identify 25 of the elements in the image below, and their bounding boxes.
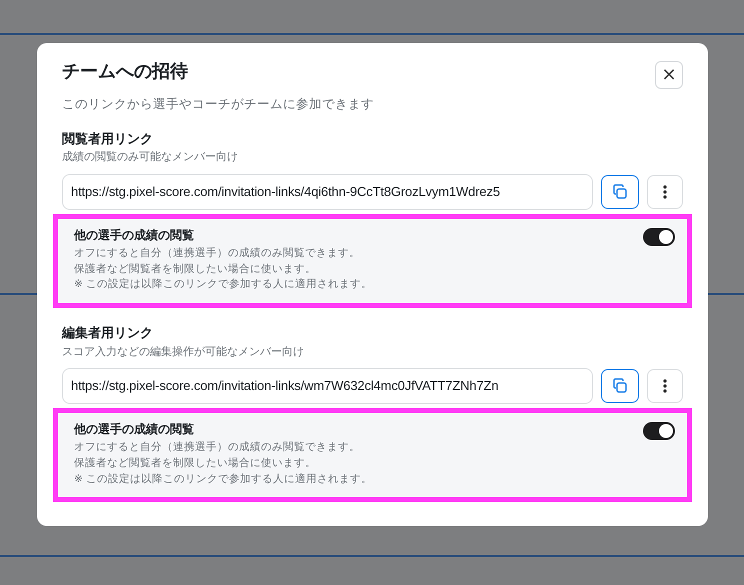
section-title: 閲覧者用リンク	[62, 130, 154, 149]
setting-note: 保護者など閲覧者を制限したい場合に使います。	[74, 262, 317, 276]
copy-button[interactable]	[601, 369, 639, 403]
section-description: スコア入力などの編集操作が可能なメンバー向け	[62, 344, 305, 360]
setting-title: 他の選手の成績の閲覧	[74, 226, 194, 244]
copy-icon	[612, 184, 628, 200]
toggle-switch[interactable]	[643, 422, 675, 440]
setting-note: ※ この設定は以降このリンクで参加する人に適用されます。	[74, 277, 374, 292]
setting-note: ※ この設定は以降このリンクで参加する人に適用されます。	[74, 472, 374, 486]
setting-title: 他の選手の成績の閲覧	[74, 421, 194, 438]
copy-icon	[612, 378, 628, 394]
section-title: 編集者用リンク	[62, 325, 154, 343]
copy-button[interactable]	[601, 174, 639, 209]
setting-note: オフにすると自分（連携選手）の成績のみ閲覧できます。	[74, 440, 361, 455]
toggle-switch[interactable]	[643, 228, 675, 246]
section-description: 成績の閲覧のみ可能なメンバー向け	[62, 149, 239, 166]
url-field[interactable]: https://stg.pixel-score.com/invitation-links/4qi6thn-9CcTt8GrozLvym1Wdrez5	[62, 174, 593, 210]
setting-note: 保護者など閲覧者を制限したい場合に使います。	[74, 456, 317, 471]
url-field[interactable]: https://stg.pixel-score.com/invitation-links/wm7W632cl4mc0JfVATT7ZNh7Zn	[62, 368, 593, 404]
more-icon	[663, 379, 667, 393]
setting-note: オフにすると自分（連携選手）の成績のみ閲覧できます。	[74, 246, 361, 261]
more-icon	[663, 184, 667, 199]
dialog-subtitle: このリンクから選手やコーチがチームに参加できます	[62, 95, 375, 113]
close-button[interactable]: ×	[655, 61, 683, 89]
dialog-title: チームへの招待	[62, 61, 188, 83]
